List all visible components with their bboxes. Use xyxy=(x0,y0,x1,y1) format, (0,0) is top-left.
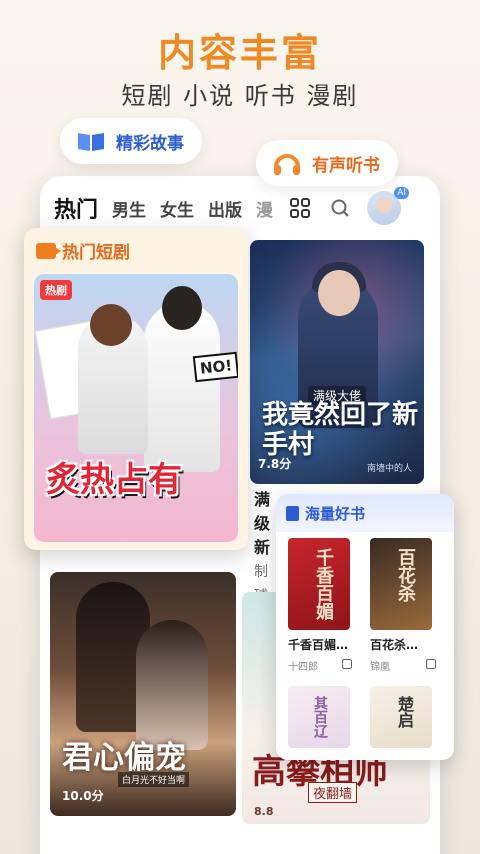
cover-title: 我竟然回了新手村 xyxy=(262,400,419,460)
promo-headline: 内容丰富 xyxy=(157,31,322,75)
tab-publish[interactable]: 出版 xyxy=(208,196,242,221)
book-author-2: 锦凰 xyxy=(370,662,390,673)
book-cover-3[interactable]: 其百辽 xyxy=(288,686,350,748)
poster-title: 炙热占有 xyxy=(46,460,182,500)
score-label: 7.8分 xyxy=(258,457,292,471)
book-title-2: 百花杀… xyxy=(370,638,419,652)
poster-girl-head xyxy=(90,304,132,346)
cover-text: 楚启 xyxy=(395,696,414,728)
headphones-icon xyxy=(270,146,304,180)
book-cover-4[interactable]: 楚启 xyxy=(370,686,432,748)
drama-card-junxin[interactable]: 君心偏宠 白月光不好当啊 10.0分 xyxy=(50,572,236,816)
books-header-title: 海量好书 xyxy=(305,504,366,523)
books-panel[interactable]: 海量好书 千香百媚 百花杀 千香百媚… 百花杀… 十四郎 锦凰 其百辽 楚启 xyxy=(276,494,454,760)
featured-novel-card[interactable]: 满级大佬 我竟然回了新手村 7.8分 南墙中的人 xyxy=(250,240,424,484)
cover-subtitle: 夜翻墙 xyxy=(308,782,358,803)
cover-text: 千香百媚 xyxy=(313,548,334,620)
cover-subtitle: 白月光不好当啊 xyxy=(118,772,190,787)
ai-badge: AI xyxy=(394,187,410,199)
score-label: 10.0分 xyxy=(62,789,104,803)
tab-comic[interactable]: 漫 xyxy=(256,196,273,221)
hot-drama-poster[interactable]: NO! 热剧 炙热占有 xyxy=(34,274,238,542)
hot-drama-panel[interactable]: 热门短剧 NO! 热剧 炙热占有 xyxy=(24,228,248,550)
grid-menu-icon[interactable] xyxy=(287,195,313,221)
book-cover-1[interactable]: 千香百媚 xyxy=(288,538,350,630)
hot-drama-header: 热门短剧 xyxy=(36,238,130,263)
ai-avatar[interactable]: AI xyxy=(367,187,410,225)
poster-boy-head xyxy=(162,286,202,330)
stories-label: 精彩故事 xyxy=(116,133,184,154)
books-header: 海量好书 xyxy=(276,494,454,532)
category-tabs: 热门 男生 女生 出版 漫 AI xyxy=(54,187,426,228)
video-camera-icon xyxy=(36,242,61,259)
book-title-1: 千香百媚… xyxy=(288,638,349,652)
score-label: 8.8 xyxy=(254,805,274,818)
cover-author: 南墙中的人 xyxy=(366,464,412,474)
open-book-icon xyxy=(74,124,108,158)
tab-female[interactable]: 女生 xyxy=(160,196,194,221)
hot-drama-title: 热门短剧 xyxy=(62,243,130,263)
cover-title: 君心偏宠 xyxy=(62,740,186,776)
search-icon[interactable] xyxy=(327,195,353,221)
book-icon xyxy=(286,505,299,521)
tab-hot[interactable]: 热门 xyxy=(54,192,98,224)
feature-bubble-stories: 精彩故事 xyxy=(60,118,202,164)
poster-no-bubble: NO! xyxy=(192,351,238,383)
cover-head xyxy=(318,270,360,316)
audio-label: 有声听书 xyxy=(312,155,380,176)
cover-text: 其百辽 xyxy=(312,696,328,738)
hot-tag-badge: 热剧 xyxy=(40,280,72,300)
bookshelf-add-icon[interactable] xyxy=(426,659,436,669)
book-cover-2[interactable]: 百花杀 xyxy=(370,538,432,630)
feature-bubble-audio: 有声听书 xyxy=(256,140,398,186)
bookshelf-add-icon[interactable] xyxy=(342,659,352,669)
cover-text: 百花杀 xyxy=(395,548,416,602)
cover-woman xyxy=(136,620,208,750)
book-author-1: 十四郎 xyxy=(288,662,318,673)
tab-male[interactable]: 男生 xyxy=(112,196,146,221)
promo-subline: 短剧 小说 听书 漫剧 xyxy=(121,82,359,110)
